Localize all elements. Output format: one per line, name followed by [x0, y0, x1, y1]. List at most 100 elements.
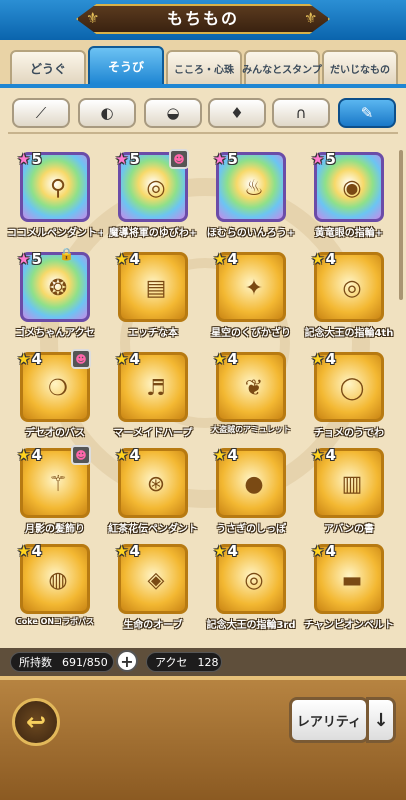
tab-soubi[interactable]: そうび — [88, 46, 164, 86]
rank-badge: ★ 4 — [213, 445, 249, 465]
star-icon: ★ — [115, 542, 129, 560]
sort-order-button[interactable]: ↓ — [366, 697, 396, 743]
pendant-icon: ⊛ — [146, 471, 166, 497]
item-card[interactable]: ◎ ★ 4 — [311, 250, 384, 322]
rank-badge: ★ 4 — [213, 349, 249, 369]
rank-value: 4 — [31, 446, 42, 464]
main-tabs: どうぐ そうび こころ・心珠 みんなとスタンプ だいじなもの — [8, 46, 400, 86]
star-icon: ★ — [17, 150, 31, 168]
item-card[interactable]: ◎ ★ 4 — [213, 541, 286, 614]
type-value: 128 — [197, 655, 219, 669]
rank-value: 5 — [227, 150, 238, 168]
inro-icon: ♨ — [244, 175, 264, 201]
equipment-panel: ⟋ ◐ ◒ ♦ ∩ ✎ ⚲ ★ 5 ココメルペンダント+ ◎ ★ 5 ☻ 魔導将軍のゆびわ+ ♨ ★ 5 ほむらの… — [0, 88, 406, 648]
pass-icon: ◍ — [48, 567, 68, 593]
item-name: Coke ONコラボパス — [15, 617, 95, 626]
owned-value: 691/850 — [62, 655, 108, 669]
category-shield[interactable]: ◐ — [78, 98, 136, 128]
item-name: 記念大王の指輪3rd — [206, 620, 296, 631]
ring-icon: ◎ — [244, 567, 264, 593]
item-card[interactable]: ❍ ★ 4 ☻ — [17, 349, 91, 422]
tab-kokoro[interactable]: こころ・心珠 — [166, 50, 242, 86]
page-title: もちもの — [166, 9, 239, 28]
item-card[interactable]: ◎ ★ 5 ☻ — [115, 149, 189, 222]
item-card[interactable]: ❂ ★ 5 🔒 — [17, 247, 90, 322]
star-icon: ★ — [213, 542, 227, 560]
expand-capacity-button[interactable]: + — [116, 650, 138, 672]
fleur-right-icon: ⚜ — [304, 9, 318, 27]
item-card[interactable]: ▤ ★ 4 — [115, 250, 188, 322]
amulet-icon: ❦ — [244, 375, 264, 401]
rank-badge: ★ 4 — [115, 445, 151, 465]
item-card[interactable]: ● ★ 4 — [213, 445, 286, 518]
rank-value: 4 — [227, 250, 238, 268]
hairpin-icon: ⚚ — [48, 471, 68, 497]
category-helmet[interactable]: ◒ — [144, 98, 202, 128]
star-icon: ★ — [17, 250, 31, 268]
belt-icon: ▬ — [341, 567, 363, 593]
item-card[interactable]: ⚲ ★ 5 — [17, 149, 90, 222]
rank-value: 4 — [227, 446, 238, 464]
item-card[interactable]: ⊛ ★ 4 — [115, 445, 188, 518]
orb-icon: ◈ — [147, 567, 165, 593]
item-card[interactable]: ✦ ★ 4 — [213, 249, 286, 322]
rank-badge: ★ 4 — [213, 541, 249, 561]
tab-stamps[interactable]: みんなとスタンプ — [242, 50, 322, 86]
ring-icon: ◎ — [146, 175, 166, 201]
rank-badge: ★ 4 — [17, 445, 53, 465]
shield-icon: ◐ — [100, 104, 114, 122]
item-name: うさぎのしっぽ — [216, 524, 286, 535]
category-sword[interactable]: ⟋ — [12, 98, 70, 128]
tab-important[interactable]: だいじなもの — [322, 50, 398, 86]
helmet-icon: ◒ — [166, 104, 180, 122]
item-card[interactable]: ◍ ★ 4 — [17, 541, 90, 614]
rank-value: 5 — [31, 150, 42, 168]
scrollbar[interactable] — [399, 150, 403, 300]
character-badge-icon: ☻ — [169, 149, 189, 169]
category-pants[interactable]: ∩ — [272, 98, 330, 128]
rank-badge: ★ 5 — [213, 149, 249, 169]
item-card[interactable]: ♬ ★ 4 — [115, 349, 188, 422]
item-card[interactable]: ▬ ★ 4 — [311, 542, 384, 614]
shirt-icon: ♦ — [230, 104, 244, 122]
rank-value: 5 — [325, 150, 336, 168]
star-icon: ★ — [311, 250, 325, 268]
item-card[interactable]: ❦ ★ 4 — [213, 349, 286, 422]
star-icon: ★ — [311, 542, 325, 560]
item-name: アバンの書 — [323, 524, 375, 535]
item-card[interactable]: ◯ ★ 4 — [311, 349, 384, 422]
back-button[interactable]: ↩ — [12, 698, 60, 746]
rank-badge: ★ 4 — [311, 349, 347, 369]
star-icon: ★ — [213, 150, 227, 168]
rank-badge: ★ 5 — [17, 149, 53, 169]
rank-badge: ★ 5 — [17, 249, 53, 269]
star-icon: ★ — [115, 150, 129, 168]
ring-icon: ◎ — [342, 275, 362, 301]
star-icon: ★ — [115, 250, 129, 268]
item-card[interactable]: ◉ ★ 5 — [311, 150, 384, 222]
rank-badge: ★ 4 — [213, 249, 249, 269]
sort-button[interactable]: レアリティ — [289, 697, 369, 743]
item-card[interactable]: ▥ ★ 4 — [311, 446, 384, 518]
rank-badge: ★ 4 — [17, 541, 53, 561]
star-icon: ★ — [17, 350, 31, 368]
item-name: チャンピオンベルト — [304, 620, 394, 631]
book-icon: ▥ — [341, 471, 363, 497]
item-card[interactable]: ♨ ★ 5 — [213, 149, 286, 222]
rank-value: 4 — [227, 542, 238, 560]
rank-badge: ★ 4 — [115, 541, 151, 561]
star-icon: ★ — [115, 446, 129, 464]
item-name: チョメのうでわ — [314, 428, 384, 439]
category-filters: ⟋ ◐ ◒ ♦ ∩ ✎ — [0, 98, 406, 134]
category-accessory[interactable]: ✎ — [338, 98, 396, 128]
category-shirt[interactable]: ♦ — [208, 98, 266, 128]
type-label: アクセ — [155, 656, 188, 669]
rank-badge: ★ 4 — [115, 349, 151, 369]
item-card[interactable]: ◈ ★ 4 — [115, 541, 188, 614]
star-icon: ★ — [311, 350, 325, 368]
winged-slime-icon: ❂ — [48, 275, 68, 301]
tab-dougu[interactable]: どうぐ — [10, 50, 86, 86]
item-name: 生命のオーブ — [123, 620, 183, 631]
item-card[interactable]: ⚚ ★ 4 ☻ — [17, 445, 91, 518]
footer-trim — [0, 676, 406, 680]
